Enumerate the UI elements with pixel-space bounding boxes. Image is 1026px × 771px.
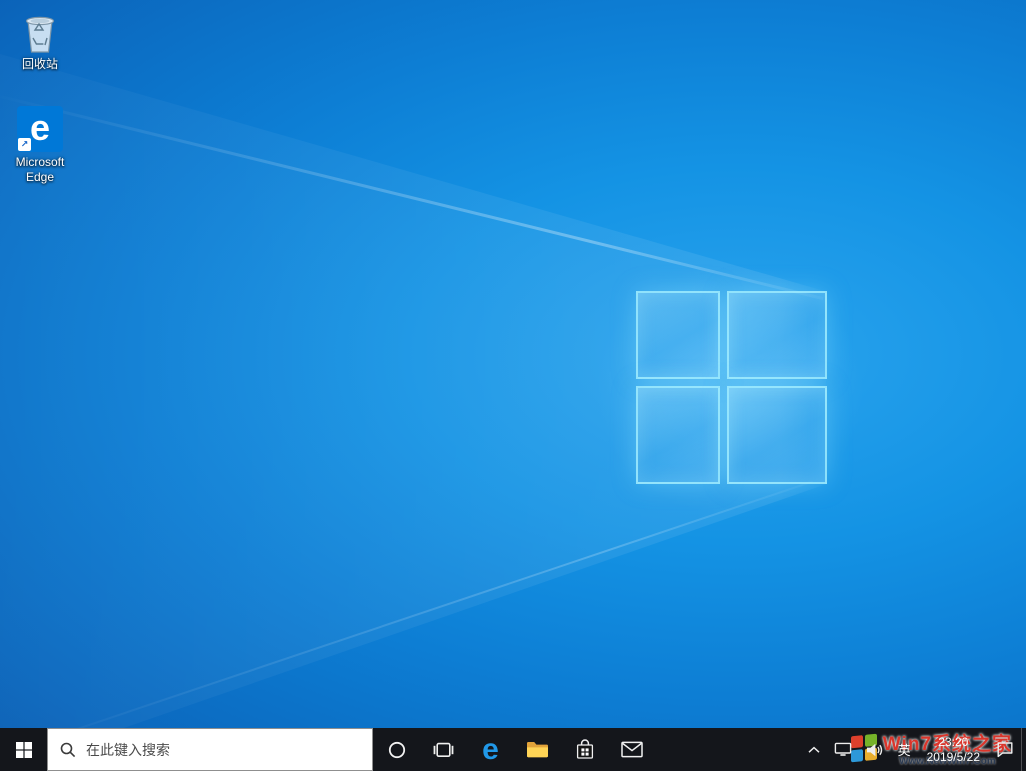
taskbar: e xyxy=(0,728,1026,771)
edge-icon: e xyxy=(482,735,499,765)
taskbar-search[interactable] xyxy=(47,728,373,771)
taskbar-file-explorer-button[interactable] xyxy=(514,728,561,771)
search-input[interactable] xyxy=(86,742,360,758)
clock-date: 2019/5/22 xyxy=(927,750,980,765)
edge-letter: e xyxy=(30,110,50,146)
mail-envelope-icon xyxy=(621,741,643,758)
windows-logo-pane xyxy=(636,291,720,379)
light-beam-fan xyxy=(0,0,1026,771)
clock-time: 23:20 xyxy=(938,735,968,750)
tray-volume-button[interactable] xyxy=(859,728,891,771)
edge-desktop-icon: e ↗ xyxy=(17,106,63,152)
action-center-icon xyxy=(996,741,1014,758)
cortana-circle-icon xyxy=(388,741,406,759)
chevron-up-icon xyxy=(808,746,820,754)
system-tray: 英 23:20 2019/5/22 xyxy=(801,728,1026,771)
taskbar-edge-button[interactable]: e xyxy=(467,728,514,771)
windows-logo-pane xyxy=(727,291,827,379)
folder-icon xyxy=(526,740,549,759)
desktop-icon-microsoft-edge[interactable]: e ↗ Microsoft Edge xyxy=(2,106,78,185)
store-bag-icon xyxy=(575,739,595,760)
taskbar-task-view-button[interactable] xyxy=(420,728,467,771)
network-icon xyxy=(834,742,852,757)
tray-clock[interactable]: 23:20 2019/5/22 xyxy=(918,728,989,771)
start-button[interactable] xyxy=(0,728,47,771)
desktop: 回收站 e ↗ Microsoft Edge xyxy=(0,0,1026,771)
windows-logo-pane xyxy=(727,386,827,484)
tray-chevron-button[interactable] xyxy=(801,728,827,771)
desktop-icon-label: 回收站 xyxy=(22,57,58,72)
tray-network-button[interactable] xyxy=(827,728,859,771)
task-view-icon xyxy=(433,741,454,759)
desktop-icon-label: Microsoft Edge xyxy=(2,155,78,185)
recycle-bin-icon xyxy=(18,8,62,54)
light-ray-lower xyxy=(0,481,813,760)
ime-indicator[interactable]: 英 xyxy=(891,728,918,771)
action-center-button[interactable] xyxy=(989,728,1021,771)
windows-logo xyxy=(636,291,827,484)
start-windows-icon xyxy=(16,742,32,758)
taskbar-mail-button[interactable] xyxy=(608,728,655,771)
desktop-icon-column: 回收站 e ↗ Microsoft Edge xyxy=(2,8,78,185)
taskbar-store-button[interactable] xyxy=(561,728,608,771)
desktop-icon-recycle-bin[interactable]: 回收站 xyxy=(2,8,78,72)
show-desktop-button[interactable] xyxy=(1021,728,1026,771)
taskbar-cortana-button[interactable] xyxy=(373,728,420,771)
search-icon xyxy=(60,742,76,758)
volume-icon xyxy=(866,743,884,757)
shortcut-arrow-icon: ↗ xyxy=(18,138,31,151)
windows-logo-pane xyxy=(636,386,720,484)
light-ray-upper xyxy=(0,92,823,300)
